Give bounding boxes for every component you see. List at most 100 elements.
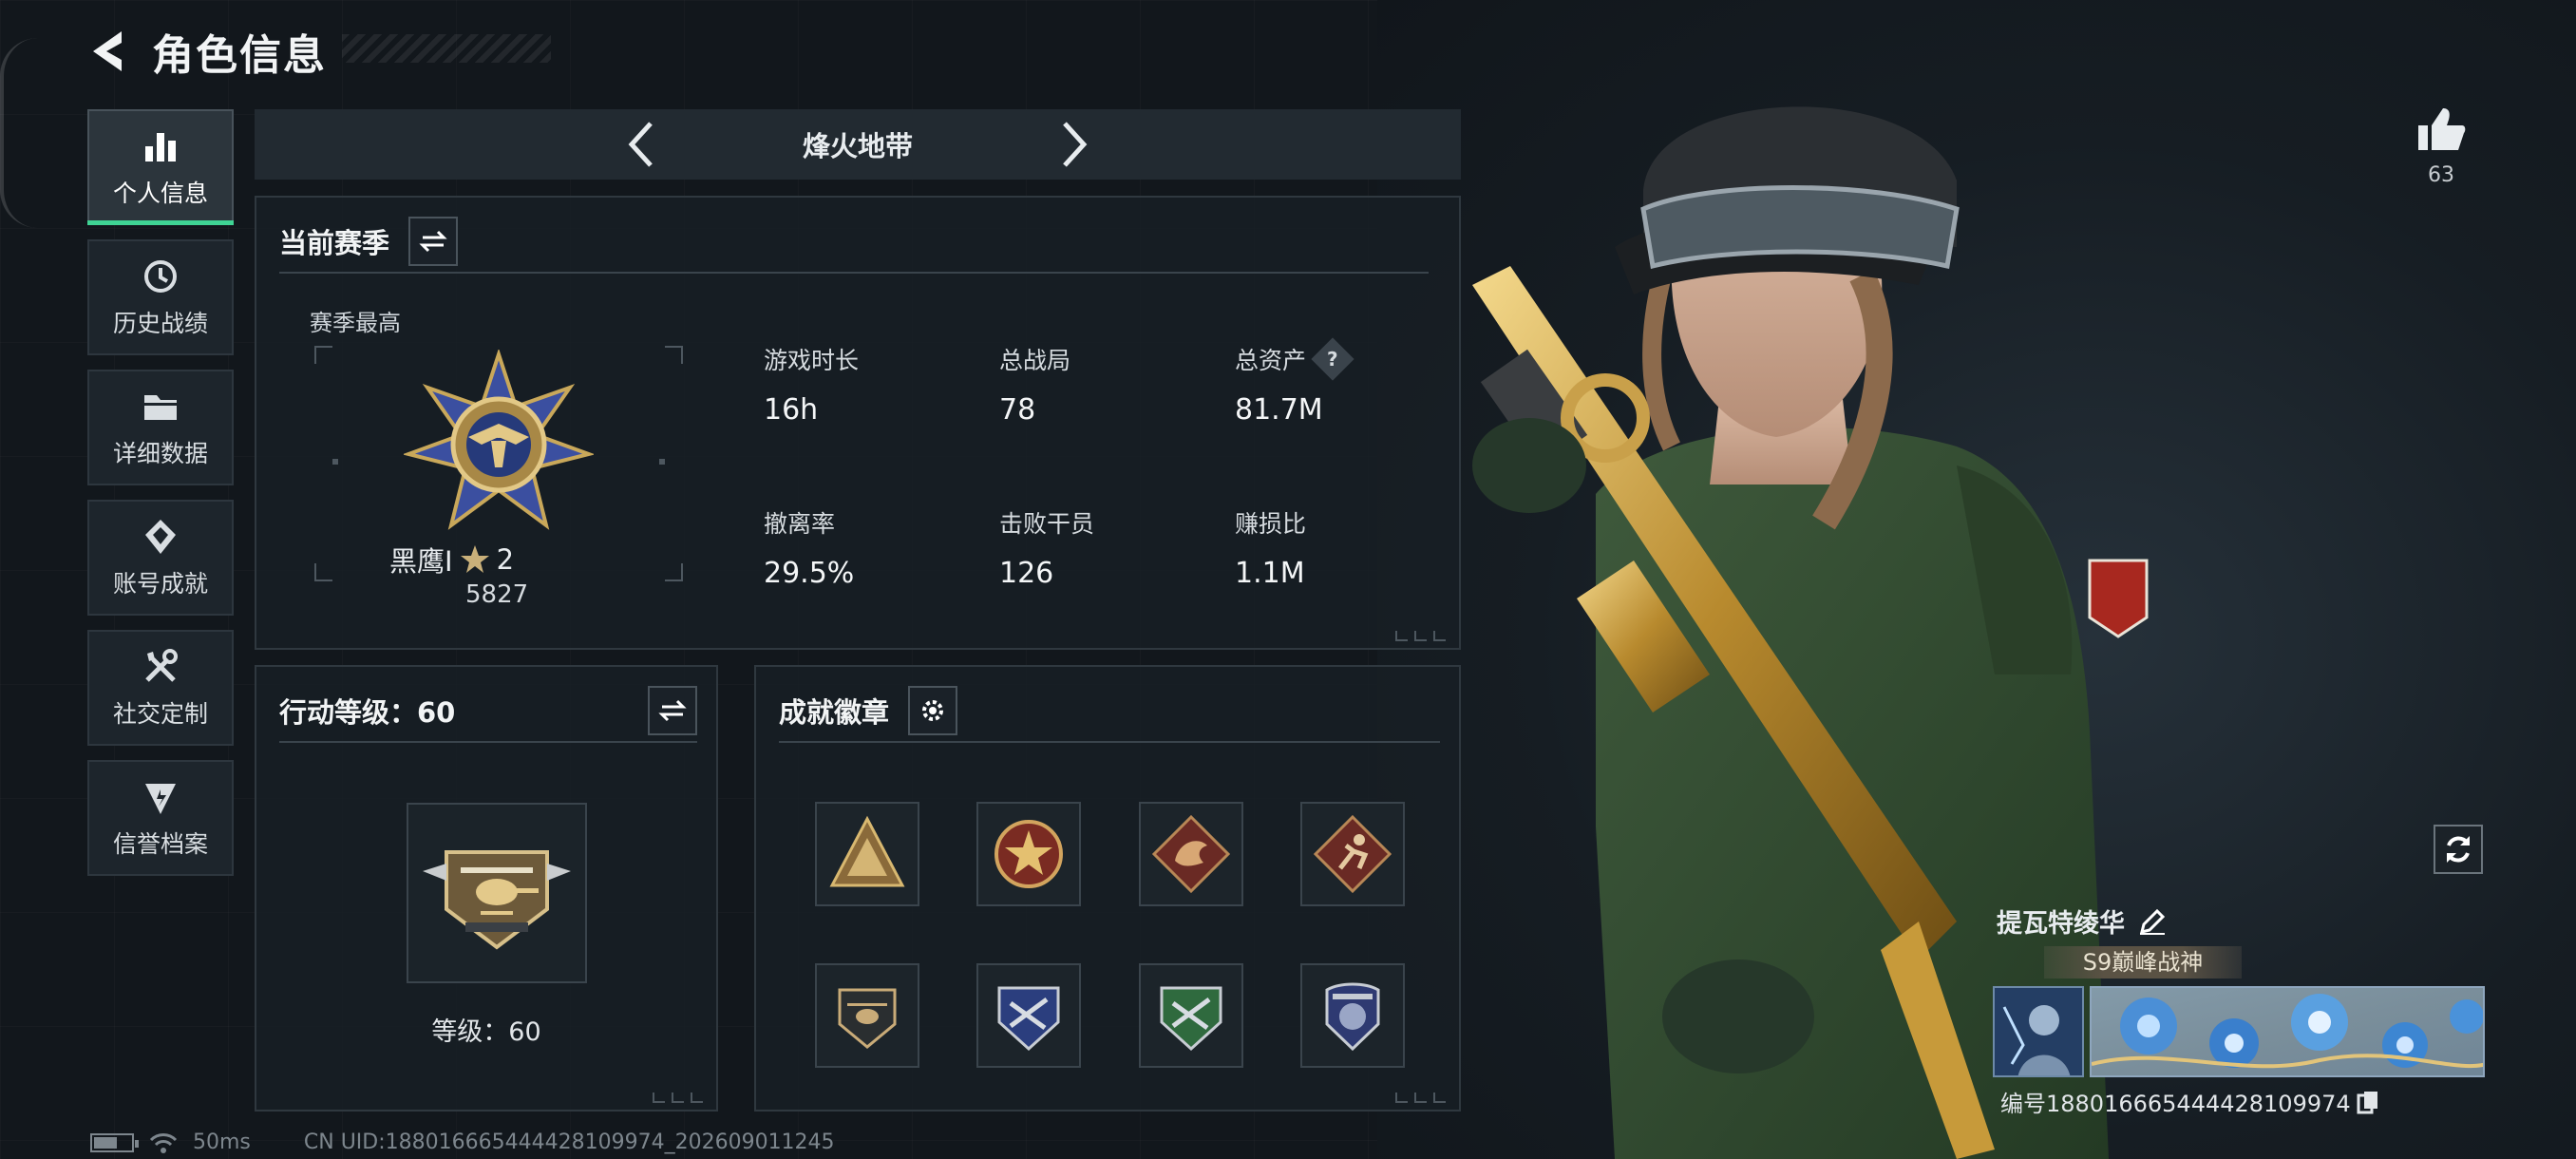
dragon-badge-icon [1151, 814, 1231, 894]
wifi-icon [149, 1132, 178, 1153]
player-id: 编号1880166654444281099​74 [2000, 1091, 2351, 1117]
edge-decoration [0, 38, 38, 228]
corner-decoration [653, 1092, 703, 1103]
star-icon [460, 545, 489, 573]
sidebar-item-reputation[interactable]: 信誉档案 [87, 760, 234, 876]
history-icon [144, 260, 177, 293]
sidebar-item-label: 信誉档案 [112, 830, 208, 858]
refresh-icon [2447, 836, 2470, 863]
rotate-model-button[interactable] [2434, 825, 2483, 874]
badge-dragon[interactable] [1139, 802, 1243, 906]
like-button[interactable]: 63 [2413, 104, 2470, 187]
badge-settings-button[interactable] [908, 686, 958, 735]
stat-value: 81.7M [1235, 393, 1323, 427]
copy-icon[interactable] [2357, 1090, 2379, 1114]
sidebar-nav: 个人信息 历史战绩 详细数据 账号成就 社交定制 信誉档案 [87, 109, 236, 890]
level-badge [407, 803, 587, 983]
stat-value: 1.1M [1235, 557, 1305, 590]
rank-name: 黑鹰I 2 [389, 540, 514, 580]
stat-profit-loss-ratio: 赚损比 1.1M [1235, 505, 1306, 590]
stat-label: 击败干员 [999, 510, 1095, 538]
bar-chart-icon [145, 133, 176, 162]
green-shield-badge-icon [1160, 986, 1222, 1052]
stat-label: 撤离率 [764, 510, 836, 538]
black-hawk-rank-icon [404, 350, 594, 530]
back-arrow-icon[interactable] [85, 28, 127, 75]
tools-icon [145, 649, 178, 682]
edit-icon[interactable] [2138, 907, 2167, 936]
current-season-title: 当前赛季 [279, 227, 390, 259]
panel-title: 成就徽章 [779, 686, 958, 735]
help-glyph: ? [1327, 347, 1338, 370]
help-icon[interactable]: ? [1311, 337, 1354, 381]
sidebar-item-history[interactable]: 历史战绩 [87, 239, 234, 355]
rank-name-text: 黑鹰I [389, 545, 453, 578]
stat-label-row: 总资产 ? [1235, 337, 1354, 381]
swap-icon [658, 699, 687, 722]
stat-total-assets: 总资产 ? 81.7M [1235, 337, 1354, 427]
avatar-portrait-icon [1995, 988, 2082, 1075]
stat-value: 29.5% [764, 557, 855, 590]
stat-total-matches: 总战局 78 [999, 342, 1070, 427]
divider [779, 741, 1440, 743]
badge-green-shield[interactable] [1139, 963, 1243, 1068]
mode-name: 烽火地带 [802, 130, 913, 162]
page-header: 角色信息 [85, 23, 327, 80]
red-star-badge-icon [994, 820, 1063, 888]
achievement-badges-panel: 成就徽章 [754, 665, 1461, 1112]
badge-red-star[interactable] [976, 802, 1081, 906]
sidebar-item-label: 账号成就 [112, 570, 208, 598]
reputation-icon [145, 784, 176, 814]
action-level-panel: 行动等级：60 等级：60 [255, 665, 718, 1112]
mountain-badge-icon [829, 815, 905, 887]
stat-label: 总资产 [1235, 347, 1307, 374]
player-title-banner: S9巅峰战神 [2044, 946, 2242, 978]
client-uid: CN UID:1880166654444281099​74_2026090112… [303, 1130, 835, 1154]
gear-icon [922, 700, 944, 721]
badge-blue-shield[interactable] [976, 963, 1081, 1068]
blue-shield-badge-icon [997, 986, 1060, 1052]
panel-title: 当前赛季 [279, 217, 459, 266]
action-level-title: 行动等级：60 [279, 696, 456, 729]
helicopter-badge-icon [838, 988, 897, 1049]
avatar[interactable] [1993, 986, 2084, 1077]
badge-mountain[interactable] [815, 802, 919, 906]
badge-runner[interactable] [1300, 802, 1405, 906]
sidebar-item-label: 个人信息 [112, 180, 208, 207]
switch-level-button[interactable] [648, 686, 697, 735]
sidebar-item-label: 社交定制 [112, 700, 208, 728]
blue-flowers-namecard-icon [2092, 988, 2483, 1075]
thumbs-up-icon [2418, 108, 2466, 150]
status-bar: 50ms CN UID:1880166654444281099​74_20260… [90, 1130, 835, 1154]
sidebar-item-achievements[interactable]: 账号成就 [87, 500, 234, 616]
chevron-right-icon[interactable] [1057, 118, 1091, 171]
badge-helicopter[interactable] [815, 963, 919, 1068]
stat-value: 78 [999, 393, 1036, 427]
helicopter-emblem-icon [423, 850, 571, 950]
divider [279, 272, 1429, 274]
panel-title: 行动等级：60 [279, 686, 697, 735]
achievement-icon [145, 520, 176, 554]
sidebar-item-label: 历史战绩 [112, 310, 208, 337]
title-decoration [342, 34, 551, 63]
rank-score: 5827 [465, 580, 529, 609]
stat-label: 总战局 [999, 347, 1071, 374]
page-title: 角色信息 [152, 31, 327, 80]
battery-icon [90, 1132, 139, 1152]
chevron-left-icon[interactable] [624, 118, 658, 171]
sidebar-item-detailed-data[interactable]: 详细数据 [87, 370, 234, 485]
stat-label: 游戏时长 [764, 347, 860, 374]
level-text: 等级：60 [431, 1017, 541, 1047]
current-season-panel: 当前赛季 赛季最高 黑鹰I 2 5827 游戏时长 16h 总战局 78 总资产… [255, 196, 1461, 650]
swap-icon [419, 230, 447, 253]
sidebar-item-personal-info[interactable]: 个人信息 [87, 109, 234, 225]
name-card[interactable] [2090, 986, 2485, 1077]
badge-police[interactable] [1300, 963, 1405, 1068]
switch-season-button[interactable] [408, 217, 459, 266]
sidebar-item-label: 详细数据 [112, 440, 208, 467]
stat-operators-defeated: 击败干员 126 [999, 505, 1094, 590]
ping-value: 50ms [193, 1130, 251, 1154]
sidebar-item-social[interactable]: 社交定制 [87, 630, 234, 746]
player-name-row: 提瓦特绫华 [1997, 902, 2167, 940]
stat-extraction-rate: 撤离率 29.5% [764, 505, 854, 590]
